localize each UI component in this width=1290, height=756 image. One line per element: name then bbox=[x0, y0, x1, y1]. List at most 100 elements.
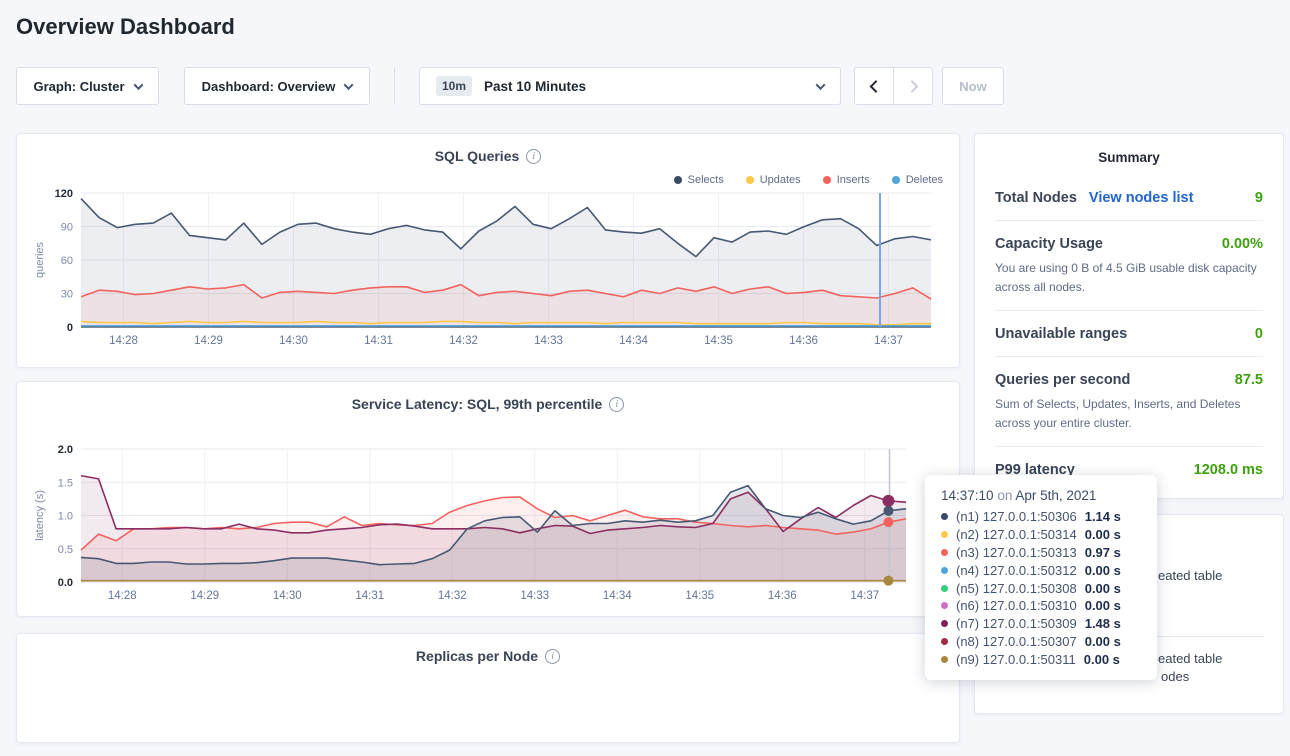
svg-text:14:33: 14:33 bbox=[520, 590, 549, 602]
svg-text:2.0: 2.0 bbox=[58, 444, 73, 456]
latency-chart[interactable]: 0.00.51.01.52.014:2814:2914:3014:3114:32… bbox=[33, 439, 945, 615]
chevron-right-icon bbox=[905, 80, 918, 93]
latency-title: Service Latency: SQL, 99th percentile bbox=[352, 396, 603, 412]
svg-text:1.5: 1.5 bbox=[58, 477, 73, 489]
node-color-dot-icon bbox=[941, 620, 948, 627]
view-nodes-list-link[interactable]: View nodes list bbox=[1089, 190, 1194, 206]
legend-dot-icon bbox=[674, 176, 682, 184]
dashboard-dropdown-label: Dashboard: Overview bbox=[202, 79, 336, 94]
summary-item: Unavailable ranges0 bbox=[995, 310, 1263, 356]
tooltip-node-value: 0.00 s bbox=[1085, 634, 1121, 649]
node-color-dot-icon bbox=[941, 567, 948, 574]
tooltip-node-value: 0.00 s bbox=[1085, 563, 1121, 578]
svg-text:14:29: 14:29 bbox=[190, 590, 219, 602]
svg-text:1.0: 1.0 bbox=[58, 511, 73, 523]
summary-item-row: Queries per second87.5 bbox=[995, 372, 1263, 388]
summary-item-description: You are using 0 B of 4.5 GiB usable disk… bbox=[995, 259, 1263, 296]
summary-item-value: 0.00% bbox=[1222, 236, 1263, 252]
svg-text:14:36: 14:36 bbox=[789, 335, 818, 347]
now-button[interactable]: Now bbox=[942, 67, 1004, 105]
chevron-left-icon bbox=[869, 80, 882, 93]
summary-item-label: Capacity Usage bbox=[995, 236, 1103, 252]
replicas-card: Replicas per Node i bbox=[16, 633, 960, 743]
tooltip-node-row: (n5) 127.0.0.1:50308 0.00 s bbox=[941, 579, 1141, 597]
svg-text:latency (s): latency (s) bbox=[34, 490, 46, 541]
summary-item: Capacity Usage 0.00% You are using 0 B of … bbox=[995, 220, 1263, 310]
legend-label: Updates bbox=[760, 174, 801, 186]
tooltip-node-label: (n6) 127.0.0.1:50310 bbox=[956, 598, 1077, 613]
svg-text:14:30: 14:30 bbox=[273, 590, 302, 602]
summary-item: Queries per second87.5Sum of Selects, Up… bbox=[995, 356, 1263, 446]
tooltip-node-value: 0.00 s bbox=[1085, 581, 1121, 596]
summary-item-row: Total NodesView nodes list9 bbox=[995, 190, 1263, 206]
dashboard-dropdown[interactable]: Dashboard: Overview bbox=[184, 67, 370, 105]
svg-text:90: 90 bbox=[61, 222, 73, 234]
info-icon[interactable]: i bbox=[609, 397, 624, 412]
controls-bar: Graph: Cluster Dashboard: Overview 10m P… bbox=[16, 67, 1290, 105]
legend-item-deletes[interactable]: Deletes bbox=[892, 173, 943, 187]
graph-dropdown-label: Graph: Cluster bbox=[33, 79, 124, 94]
svg-text:14:31: 14:31 bbox=[355, 590, 384, 602]
time-forward-button[interactable] bbox=[893, 67, 933, 105]
tooltip-node-value: 1.48 s bbox=[1085, 616, 1121, 631]
svg-text:60: 60 bbox=[61, 255, 73, 267]
event-item-text[interactable]: eated table bbox=[1158, 568, 1222, 583]
summary-item-value: 1208.0 ms bbox=[1194, 462, 1263, 478]
replicas-title: Replicas per Node bbox=[416, 648, 538, 664]
tooltip-node-label: (n1) 127.0.0.1:50306 bbox=[956, 509, 1077, 524]
info-icon[interactable]: i bbox=[545, 649, 560, 664]
svg-text:14:32: 14:32 bbox=[438, 590, 467, 602]
graph-dropdown[interactable]: Graph: Cluster bbox=[16, 67, 159, 105]
svg-text:14:36: 14:36 bbox=[768, 590, 797, 602]
chevron-down-icon bbox=[816, 80, 826, 90]
tooltip-node-row: (n4) 127.0.0.1:50312 0.00 s bbox=[941, 561, 1141, 579]
summary-item-row: Capacity Usage 0.00% bbox=[995, 236, 1263, 252]
summary-items: Total NodesView nodes list9Capacity Usag… bbox=[995, 175, 1263, 492]
summary-item-value: 87.5 bbox=[1235, 372, 1263, 388]
svg-text:14:34: 14:34 bbox=[619, 335, 648, 347]
legend-item-selects[interactable]: Selects bbox=[674, 173, 724, 187]
tooltip-node-value: 0.97 s bbox=[1085, 545, 1121, 560]
info-icon[interactable]: i bbox=[526, 149, 541, 164]
sql-queries-chart[interactable]: 030609012014:2814:2914:3014:3114:3214:33… bbox=[33, 187, 945, 357]
summary-item-value: 0 bbox=[1255, 326, 1263, 342]
svg-text:14:33: 14:33 bbox=[534, 335, 563, 347]
time-back-button[interactable] bbox=[854, 67, 894, 105]
legend-label: Deletes bbox=[906, 174, 943, 186]
legend-item-inserts[interactable]: Inserts bbox=[823, 173, 870, 187]
tooltip-node-row: (n2) 127.0.0.1:503140.00 s bbox=[941, 526, 1141, 544]
tooltip-node-label: (n5) 127.0.0.1:50308 bbox=[956, 581, 1077, 596]
tooltip-node-row: (n6) 127.0.0.1:503100.00 s bbox=[941, 597, 1141, 615]
sql-queries-title: SQL Queries bbox=[435, 148, 520, 164]
tooltip-node-value: 0.00 s bbox=[1084, 652, 1120, 667]
node-color-dot-icon bbox=[941, 549, 948, 556]
summary-item-value: 9 bbox=[1255, 190, 1263, 206]
summary-title: Summary bbox=[995, 150, 1263, 175]
svg-text:0.5: 0.5 bbox=[58, 544, 73, 556]
tooltip-node-row: (n3) 127.0.0.1:50313 0.97 s bbox=[941, 544, 1141, 562]
event-item-text[interactable]: eated table bbox=[1158, 651, 1222, 666]
tooltip-node-label: (n3) 127.0.0.1:50313 bbox=[956, 545, 1077, 560]
latency-card: Service Latency: SQL, 99th percentile i … bbox=[16, 381, 960, 617]
svg-text:14:28: 14:28 bbox=[109, 335, 138, 347]
legend-dot-icon bbox=[823, 176, 831, 184]
tooltip-timestamp: 14:37:10 on Apr 5th, 2021 bbox=[941, 488, 1141, 503]
tooltip-node-label: (n7) 127.0.0.1:50309 bbox=[956, 616, 1077, 631]
tooltip-node-row: (n7) 127.0.0.1:50309 1.48 s bbox=[941, 615, 1141, 633]
node-color-dot-icon bbox=[941, 531, 948, 538]
node-color-dot-icon bbox=[941, 656, 948, 663]
tooltip-node-row: (n8) 127.0.0.1:503070.00 s bbox=[941, 633, 1141, 651]
time-range-badge: 10m bbox=[436, 76, 472, 96]
time-range-selector[interactable]: 10m Past 10 Minutes bbox=[419, 67, 841, 105]
tooltip-node-row: (n1) 127.0.0.1:503061.14 s bbox=[941, 508, 1141, 526]
event-item-text[interactable]: odes bbox=[1161, 669, 1189, 684]
time-pager bbox=[854, 67, 933, 105]
svg-text:14:35: 14:35 bbox=[685, 590, 714, 602]
tooltip-node-rows: (n1) 127.0.0.1:503061.14 s(n2) 127.0.0.1… bbox=[941, 508, 1141, 668]
sql-queries-legend: Selects Updates Inserts Deletes bbox=[33, 173, 943, 187]
legend-item-updates[interactable]: Updates bbox=[746, 173, 801, 187]
events-divider bbox=[1156, 636, 1264, 637]
chevron-down-icon bbox=[344, 80, 354, 90]
tooltip-node-label: (n4) 127.0.0.1:50312 bbox=[956, 563, 1077, 578]
tooltip-node-value: 0.00 s bbox=[1085, 527, 1121, 542]
